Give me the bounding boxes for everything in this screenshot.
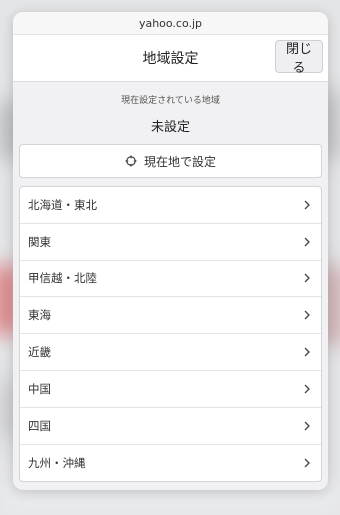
crosshair-icon: [125, 155, 137, 167]
chevron-right-icon: [303, 236, 311, 248]
region-label: 中国: [28, 381, 51, 396]
region-label: 北海道・東北: [28, 197, 97, 212]
chevron-right-icon: [303, 199, 311, 211]
region-label: 甲信越・北陸: [28, 271, 97, 286]
url-text: yahoo.co.jp: [138, 16, 203, 30]
region-settings-sheet: yahoo.co.jp 地域設定 閉じる 現在設定されている地域 未設定 現在地…: [13, 12, 328, 490]
current-region-value: 未設定: [150, 120, 190, 135]
chevron-right-icon: [303, 346, 311, 358]
current-region-caption: 現在設定されている地域: [121, 96, 220, 106]
region-item-chugoku[interactable]: 中国: [20, 371, 321, 408]
chevron-right-icon: [303, 309, 311, 321]
set-by-current-location-label: 現在地で設定: [143, 154, 216, 169]
region-list: 北海道・東北 関東 甲信越・北陸 東海 近畿 中国 四国 九州・沖縄: [19, 186, 322, 483]
chevron-right-icon: [303, 457, 311, 469]
region-item-shikoku[interactable]: 四国: [20, 408, 321, 445]
page-title: 地域設定: [142, 51, 199, 67]
region-label: 四国: [28, 418, 51, 433]
set-by-current-location-button[interactable]: 現在地で設定: [19, 144, 322, 178]
url-bar[interactable]: yahoo.co.jp: [13, 12, 328, 35]
sheet-header: 地域設定 閉じる: [13, 35, 328, 82]
region-item-kyushu-okinawa[interactable]: 九州・沖縄: [20, 445, 321, 482]
chevron-right-icon: [303, 420, 311, 432]
chevron-right-icon: [303, 272, 311, 284]
region-item-kinki[interactable]: 近畿: [20, 334, 321, 371]
region-item-tokai[interactable]: 東海: [20, 297, 321, 335]
region-label: 近畿: [28, 345, 51, 360]
close-button[interactable]: 閉じる: [275, 40, 323, 76]
region-item-koshinetsu-hokuriku[interactable]: 甲信越・北陸: [20, 261, 321, 298]
chevron-right-icon: [303, 383, 311, 395]
region-label: 東海: [28, 308, 51, 323]
region-label: 九州・沖縄: [28, 455, 86, 470]
region-item-kanto[interactable]: 関東: [20, 224, 321, 261]
region-item-hokkaido-tohoku[interactable]: 北海道・東北: [20, 187, 321, 224]
region-label: 関東: [28, 234, 51, 249]
